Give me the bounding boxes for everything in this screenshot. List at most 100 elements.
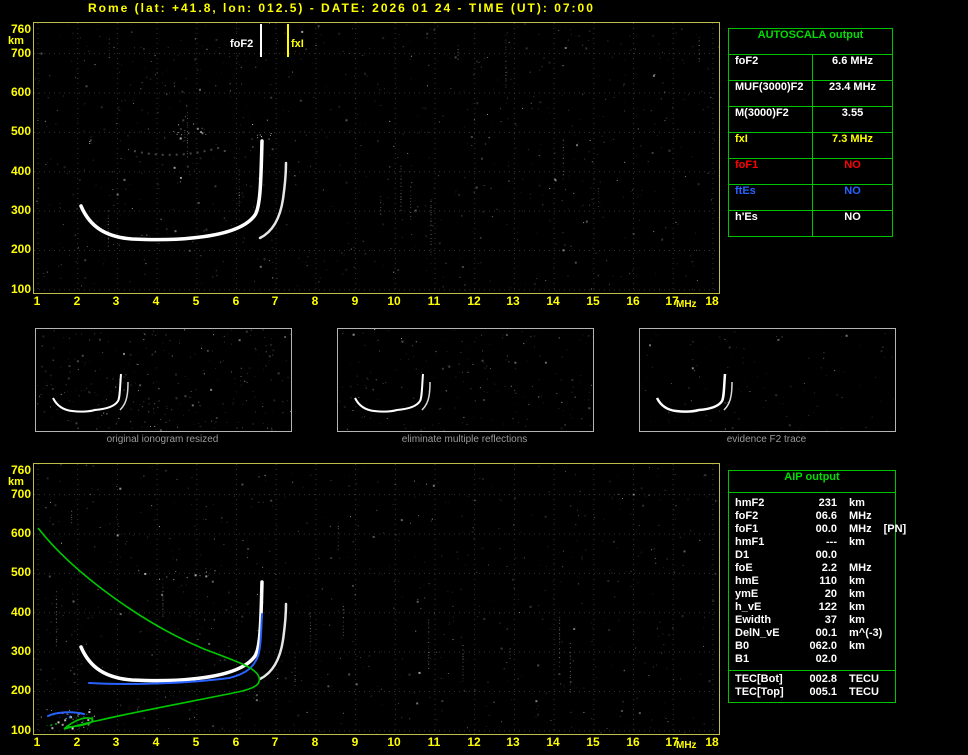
fxI-annotation-label: fxI — [291, 38, 304, 50]
ionogram-top-canvas — [34, 23, 719, 293]
param-label: ymE — [735, 588, 759, 600]
param-value: 37 — [824, 614, 837, 626]
table-row: foF2 06.6 MHz — [729, 510, 895, 523]
param-label: foF1 — [735, 523, 759, 535]
table-row: hmF1 --- km — [729, 536, 895, 549]
param-value: 122 — [818, 601, 837, 613]
x-axis-tick: 2 — [73, 735, 81, 749]
x-axis-tick: 8 — [311, 735, 319, 749]
y-axis-tick: 700 — [10, 487, 31, 501]
y-axis-tick: 760 — [10, 463, 31, 477]
thumbnail-original-ionogram — [35, 328, 292, 432]
x-axis-tick: 7 — [271, 735, 279, 749]
table-row: h_vE 122 km — [729, 601, 895, 614]
x-axis-tick: 18 — [705, 735, 719, 749]
param-value: NO — [844, 185, 861, 197]
noise-speckle — [34, 23, 719, 293]
y-axis-tick: 600 — [10, 526, 31, 540]
param-value: 2.2 — [821, 562, 837, 574]
x-axis-tick: 2 — [73, 294, 81, 308]
y-axis-tick: 500 — [10, 565, 31, 579]
param-label: foF1 — [729, 159, 813, 184]
y-axis-unit: km — [8, 35, 24, 47]
autoscala-table-header: AUTOSCALA output — [729, 29, 892, 55]
noise-speckle — [34, 464, 717, 734]
param-value: NO — [844, 211, 861, 223]
y-axis-tick: 300 — [10, 644, 31, 658]
x-axis-tick: 8 — [311, 294, 319, 308]
y-axis-tick: 400 — [10, 605, 31, 619]
param-unit: km — [849, 575, 865, 587]
x-axis-tick: 1 — [33, 735, 41, 749]
aip-table-header: AIP output — [729, 471, 895, 493]
x-axis-tick: 11 — [427, 735, 441, 749]
y-axis-tick: 600 — [10, 85, 31, 99]
x-axis-tick: 1 — [33, 294, 41, 308]
y-axis-tick: 200 — [10, 242, 31, 256]
param-value: 062.0 — [809, 640, 837, 652]
param-unit: TECU — [849, 673, 879, 685]
x-axis-tick: 14 — [546, 735, 560, 749]
thumbnail-canvas-3 — [641, 330, 894, 432]
x-axis-tick: 18 — [705, 294, 719, 308]
x-axis-tick: 16 — [626, 735, 640, 749]
param-label: TEC[Top] — [735, 686, 784, 698]
x-axis-tick: 5 — [192, 735, 200, 749]
param-label: DelN_vE — [735, 627, 780, 639]
thumbnail-evidence-f2-trace — [639, 328, 896, 432]
x-axis-tick: 6 — [232, 294, 240, 308]
thumbnail-caption-3: evidence F2 trace — [726, 434, 807, 445]
param-label: Ewidth — [735, 614, 772, 626]
x-axis-unit: MHz — [676, 299, 697, 310]
autoscala-screen: Rome (lat: +41.8, lon: 012.5) - DATE: 20… — [0, 0, 968, 755]
param-value: --- — [826, 536, 837, 548]
second-hop-echo — [133, 146, 223, 156]
aip-table-rows: hmF2 231 km foF2 06.6 MHz foF1 00.0 MHz [PN] hmF1 -… — [729, 497, 906, 666]
grid-lines — [34, 23, 719, 293]
param-value: 06.6 — [815, 510, 837, 522]
y-axis-unit: km — [8, 476, 24, 488]
x-axis-tick: 15 — [586, 735, 600, 749]
x-axis-tick: 7 — [271, 294, 279, 308]
aip-output-table: AIP output hmF2 231 km foF2 06.6 MHz foF1 00.0 M… — [728, 470, 906, 703]
x-axis-tick: 11 — [427, 294, 441, 308]
table-row: h'Es NO — [729, 210, 892, 236]
foF2-annotation-label: foF2 — [230, 38, 254, 50]
thumb-trace-x — [119, 381, 129, 411]
table-row: D1 00.0 — [729, 549, 895, 562]
param-value: 005.1 — [809, 686, 837, 698]
table-row: foF2 6.6 MHz — [729, 55, 892, 80]
param-unit: MHz — [849, 562, 872, 574]
param-note: [PN] — [883, 523, 907, 535]
param-value: 00.0 — [815, 523, 837, 535]
x-axis-tick: 12 — [467, 294, 481, 308]
x-axis-tick: 4 — [152, 294, 160, 308]
y-axis-tick: 700 — [10, 46, 31, 60]
param-unit: MHz — [849, 510, 872, 522]
table-row: DelN_vE 00.1 m^(-3) — [729, 627, 895, 640]
x-axis-tick: 12 — [467, 735, 481, 749]
param-value: 00.0 — [815, 549, 837, 561]
param-unit: MHz — [849, 523, 872, 535]
table-row: B1 02.0 — [729, 653, 895, 666]
param-label: TEC[Bot] — [735, 673, 783, 685]
param-label: foE — [735, 562, 753, 574]
ionogram-x-trace — [258, 602, 288, 681]
x-axis-tick: 5 — [192, 294, 200, 308]
param-unit: m^(-3) — [849, 627, 883, 639]
x-axis-tick: 3 — [112, 735, 120, 749]
table-row: M(3000)F2 3.55 — [729, 106, 892, 132]
ionogram-plot-bottom — [33, 463, 720, 735]
param-unit: TECU — [849, 686, 879, 698]
param-label: B0 — [735, 640, 750, 652]
thumbnail-canvas-2 — [338, 329, 595, 431]
table-row: fxI 7.3 MHz — [729, 132, 892, 158]
page-title: Rome (lat: +41.8, lon: 012.5) - DATE: 20… — [88, 1, 595, 15]
x-axis-unit: MHz — [676, 740, 697, 751]
param-value: 3.55 — [841, 107, 864, 119]
y-axis-tick: 760 — [10, 22, 31, 36]
table-row: foF1 00.0 MHz [PN] — [729, 523, 906, 536]
param-label: MUF(3000)F2 — [729, 81, 813, 106]
autoscala-output-table: AUTOSCALA output foF2 6.6 MHz MUF(3000)F2 2… — [728, 28, 893, 237]
param-value: 23.4 MHz — [828, 81, 877, 93]
